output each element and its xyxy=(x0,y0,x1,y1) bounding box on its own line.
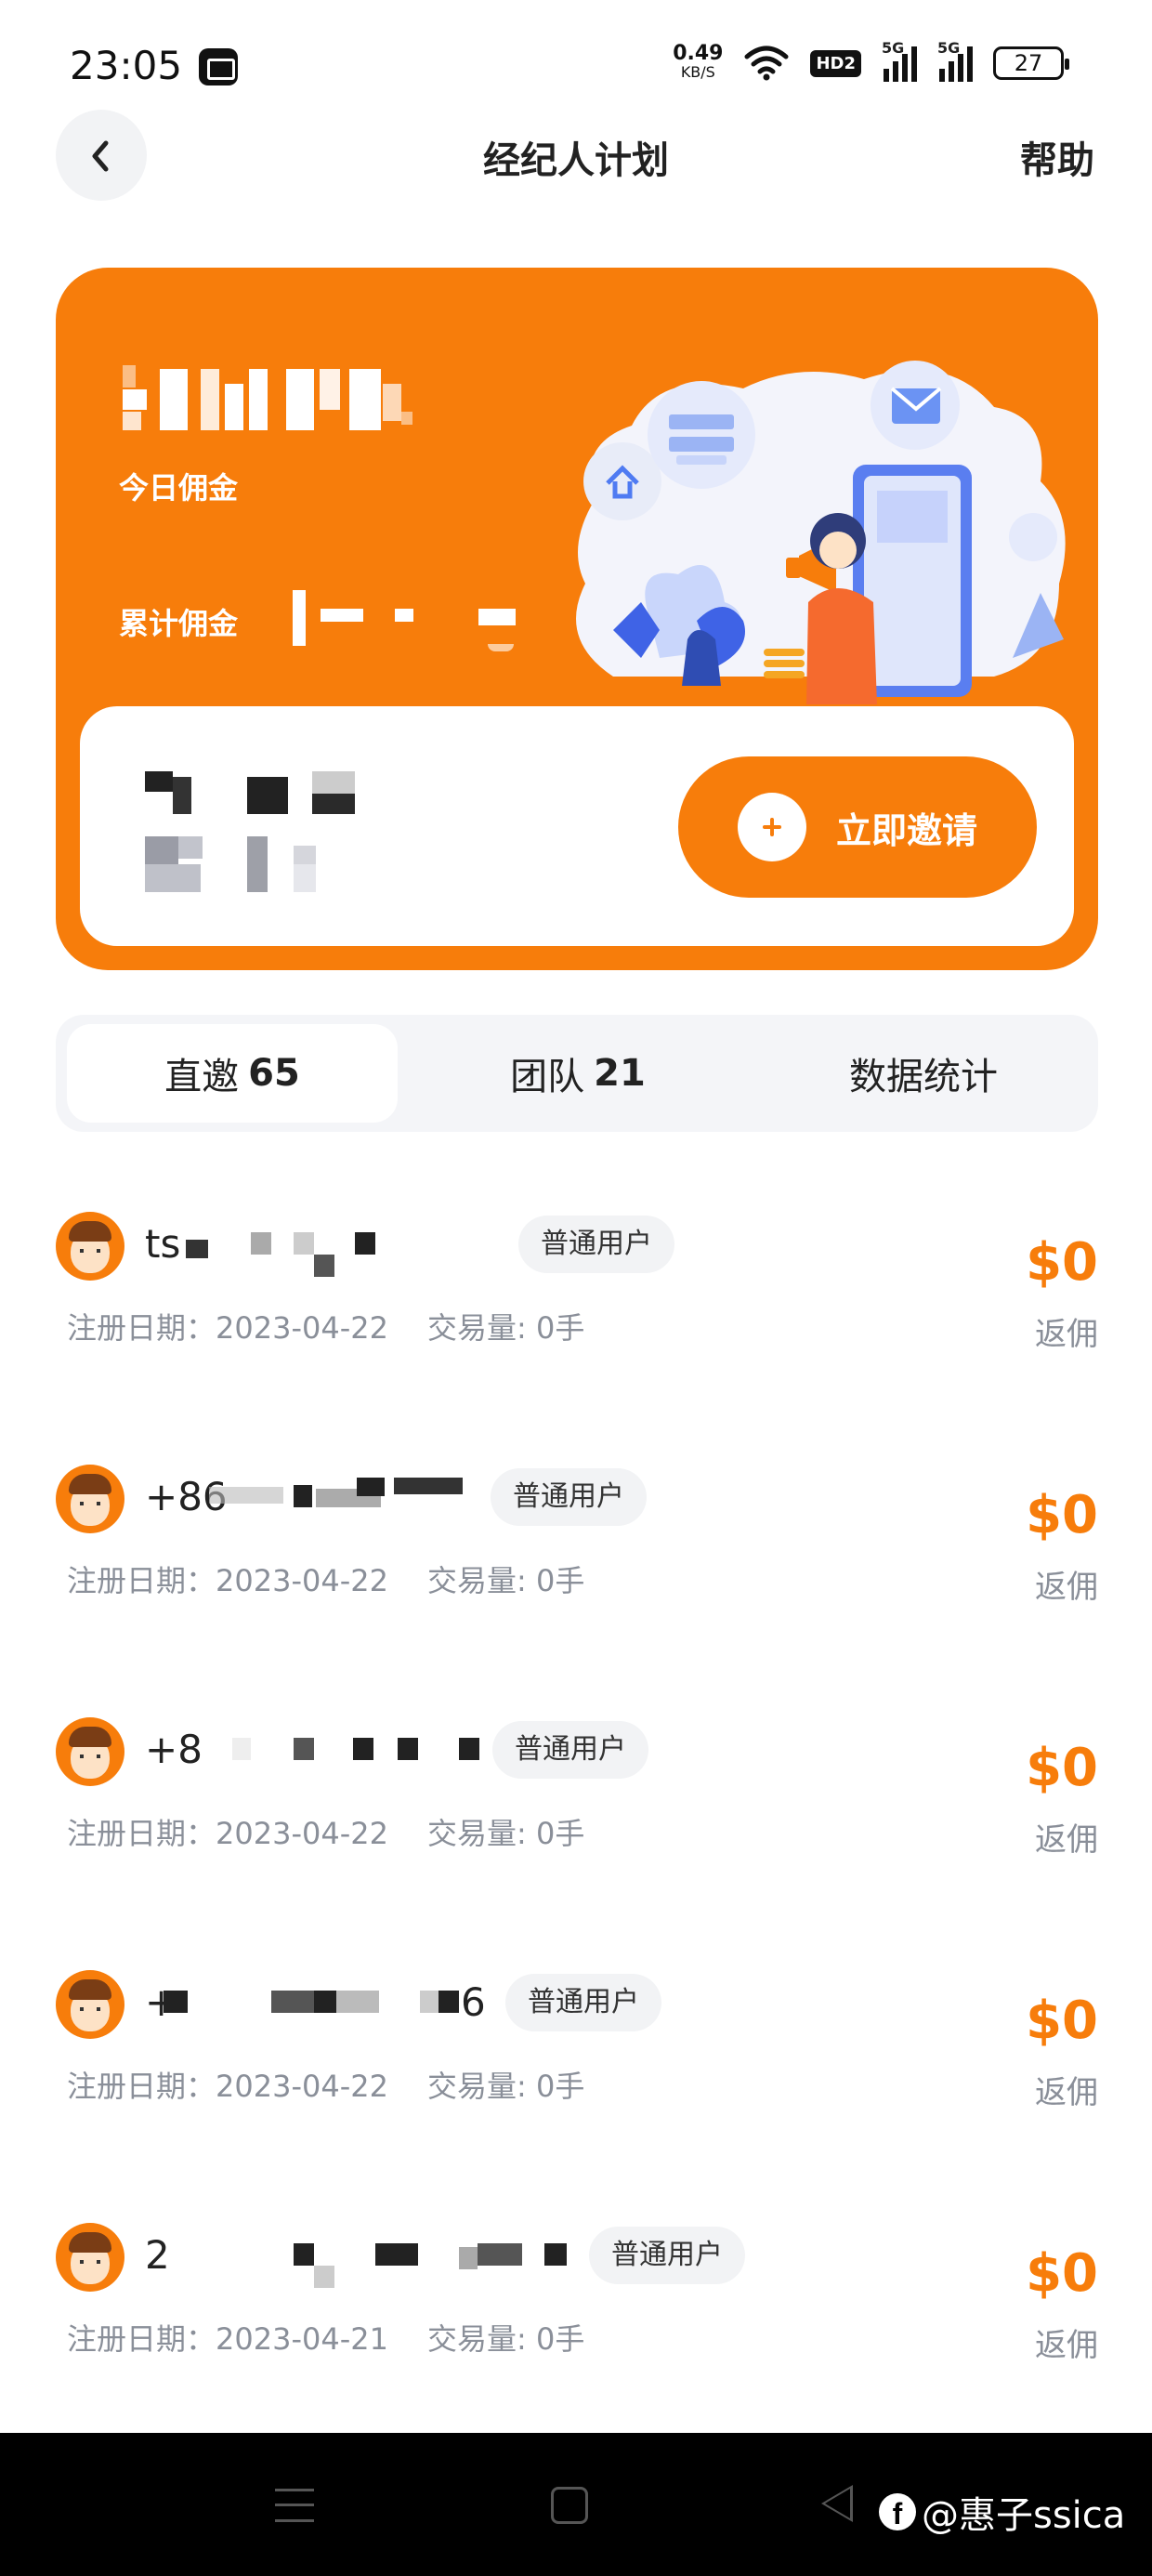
rebate-amount: $0 xyxy=(1026,2243,1098,2304)
register-date: 2023-04-22 xyxy=(216,2069,388,2104)
avatar xyxy=(56,1717,124,1786)
promotion-illustration xyxy=(576,361,1066,704)
rebate-label: 返佣 xyxy=(1035,2327,1098,2364)
user-name: 2 xyxy=(145,2232,170,2278)
rebate-amount: $0 xyxy=(1026,1738,1098,1798)
commission-card: 今日佣金 累计佣金 立即邀请 xyxy=(56,268,1098,970)
trade-volume: 0手 xyxy=(535,1816,585,1851)
rebate-label: 返佣 xyxy=(1035,2074,1098,2111)
total-commission-label: 累计佣金 xyxy=(119,606,239,641)
avatar xyxy=(56,2223,124,2292)
user-tag: 普通用户 xyxy=(491,1468,647,1526)
help-link[interactable]: 帮助 xyxy=(1020,130,1094,184)
list-item[interactable]: +8 普通用户 注册日期：2023-04-22 交易量: 0手 $0 返佣 xyxy=(0,1704,1152,1890)
list-item[interactable]: +86 普通用户 注册日期：2023-04-22 交易量: 0手 $0 返佣 xyxy=(0,1452,1152,1637)
mail-icon xyxy=(199,48,238,85)
list-item[interactable]: 2 普通用户 注册日期：2023-04-21 交易量: 0手 $0 返佣 xyxy=(0,2210,1152,2396)
user-tag: 普通用户 xyxy=(589,2227,745,2284)
avatar xyxy=(56,1212,124,1281)
tab-statistics[interactable]: 数据统计 xyxy=(758,1024,1089,1123)
invite-now-label: 立即邀请 xyxy=(835,809,977,851)
battery-icon: 27 xyxy=(993,46,1069,80)
tab-label: 直邀 xyxy=(164,1056,240,1098)
trade-volume: 0手 xyxy=(535,2069,585,2104)
invite-panel: 立即邀请 xyxy=(80,706,1074,946)
today-commission-amount-masked xyxy=(123,356,531,440)
row-meta: 注册日期：2023-04-22 交易量: 0手 xyxy=(67,2069,585,2104)
facebook-icon: f xyxy=(879,2493,916,2530)
row-meta: 注册日期：2023-04-22 交易量: 0手 xyxy=(67,1563,585,1598)
signal-icon: 5G xyxy=(882,39,917,82)
tab-bar: 直邀 65 团队 21 数据统计 xyxy=(56,1015,1098,1132)
row-meta: 注册日期：2023-04-21 交易量: 0手 xyxy=(67,2321,585,2357)
register-date: 2023-04-22 xyxy=(216,1310,388,1346)
rebate-amount: $0 xyxy=(1026,1991,1098,2051)
tab-count: 65 xyxy=(248,1052,300,1095)
row-meta: 注册日期：2023-04-22 交易量: 0手 xyxy=(67,1816,585,1851)
system-nav-bar: f @惠子ssica xyxy=(0,2433,1152,2576)
network-speed: 0.49 KB/S xyxy=(673,42,724,82)
home-icon[interactable] xyxy=(551,2487,588,2524)
user-name: +8 xyxy=(145,1727,203,1772)
register-date: 2023-04-22 xyxy=(216,1816,388,1851)
status-bar: 23:05 0.49 KB/S HD2 5G 5G 27 xyxy=(0,0,1152,121)
invite-now-button[interactable]: 立即邀请 xyxy=(678,756,1037,898)
rebate-label: 返佣 xyxy=(1035,1821,1098,1859)
tab-team[interactable]: 团队 21 xyxy=(412,1024,743,1123)
referral-code-masked xyxy=(145,771,359,892)
status-time: 23:05 xyxy=(70,43,183,88)
trade-volume: 0手 xyxy=(535,1563,585,1598)
user-name: ts xyxy=(145,1221,181,1267)
list-item[interactable]: ts 普通用户 注册日期：2023-04-22 交易量: 0手 $0 返佣 xyxy=(0,1199,1152,1385)
user-tag: 普通用户 xyxy=(505,1974,661,2031)
trade-volume: 0手 xyxy=(535,1310,585,1346)
watermark: f @惠子ssica xyxy=(879,2485,1125,2539)
user-tag: 普通用户 xyxy=(492,1721,648,1779)
rebate-label: 返佣 xyxy=(1035,1569,1098,1606)
tab-direct-invites[interactable]: 直邀 65 xyxy=(67,1024,398,1123)
tab-label: 团队 xyxy=(510,1056,585,1098)
wifi-icon xyxy=(743,46,790,81)
plus-icon xyxy=(737,793,806,861)
total-commission-amount-masked xyxy=(293,586,534,661)
register-date: 2023-04-21 xyxy=(216,2321,388,2357)
avatar xyxy=(56,1970,124,2039)
rebate-label: 返佣 xyxy=(1035,1316,1098,1353)
row-meta: 注册日期：2023-04-22 交易量: 0手 xyxy=(67,1310,585,1346)
tab-label: 数据统计 xyxy=(849,1056,998,1098)
back-triangle-icon[interactable] xyxy=(821,2485,853,2522)
signal-icon: 5G xyxy=(937,39,973,82)
list-item[interactable]: + 6 普通用户 注册日期：2023-04-22 交易量: 0手 $0 返佣 xyxy=(0,1957,1152,2143)
tab-count: 21 xyxy=(594,1052,646,1095)
menu-icon[interactable] xyxy=(275,2489,314,2522)
today-commission-label: 今日佣金 xyxy=(119,470,239,506)
avatar xyxy=(56,1465,124,1533)
register-date: 2023-04-22 xyxy=(216,1563,388,1598)
trade-volume: 0手 xyxy=(535,2321,585,2357)
rebate-amount: $0 xyxy=(1026,1232,1098,1293)
hd-badge: HD2 xyxy=(810,49,861,77)
page-title: 经纪人计划 xyxy=(483,139,669,182)
watermark-text: @惠子ssica xyxy=(922,2494,1126,2537)
status-icons: 0.49 KB/S HD2 5G 5G 27 xyxy=(673,39,1069,82)
rebate-amount: $0 xyxy=(1026,1485,1098,1545)
user-tag: 普通用户 xyxy=(518,1216,674,1273)
